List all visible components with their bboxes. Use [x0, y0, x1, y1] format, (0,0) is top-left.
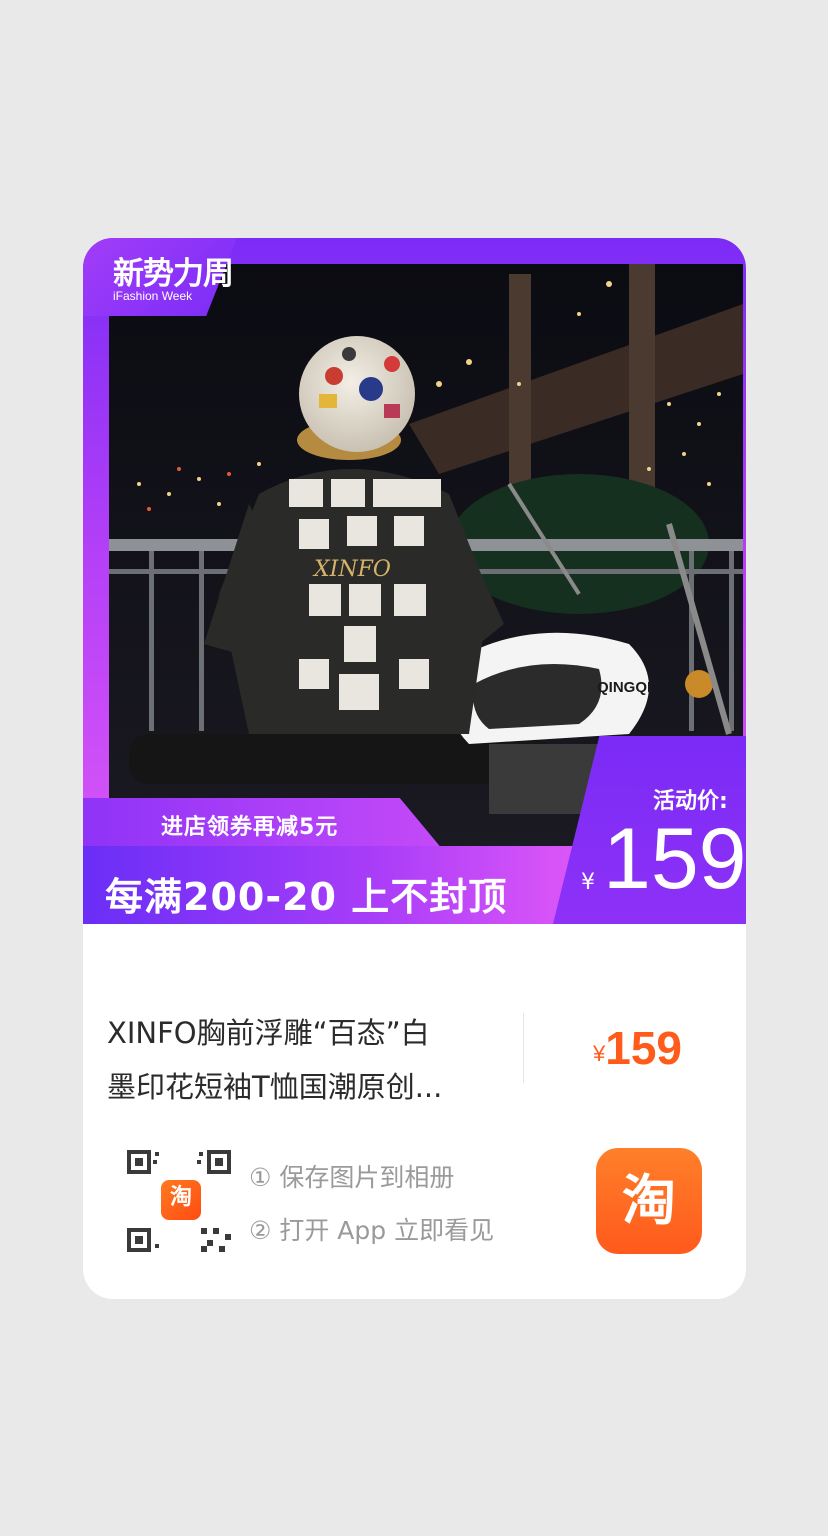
bike-brand-text: QINGQI: [597, 679, 651, 696]
product-price-value: 159: [605, 1022, 682, 1074]
price-divider: [523, 1013, 524, 1083]
brand-logo-en: iFashion Week: [113, 289, 193, 303]
taobao-app-icon: 淘: [596, 1148, 702, 1254]
product-share-card: QINGQI XINFO 新势力周 iFashion Week 进店领券再减5元…: [83, 238, 746, 1299]
coupon-text: 进店领券再减5元: [161, 815, 339, 840]
qr-taobao-logo: 淘: [161, 1180, 201, 1220]
product-price: ¥159: [593, 1021, 682, 1075]
promo-text: 每满200-20 上不封顶: [105, 875, 508, 919]
activity-price-value: 159: [603, 811, 746, 907]
promo-banner: QINGQI XINFO 新势力周 iFashion Week 进店领券再减5元…: [83, 238, 746, 924]
product-title-line-2: 墨印花短袖T恤国潮原创...: [107, 1070, 443, 1104]
product-price-currency: ¥: [593, 1041, 606, 1066]
brand-logo-cn: 新势力周: [113, 256, 234, 292]
instruction-step-1: ① 保存图片到相册: [249, 1163, 455, 1192]
instruction-step-2: ② 打开 App 立即看见: [249, 1216, 495, 1245]
product-title-line-1: XINFO胸前浮雕“百态”白: [107, 1016, 430, 1050]
shirt-print-text: XINFO: [312, 557, 391, 582]
product-title: XINFO胸前浮雕“百态”白 墨印花短袖T恤国潮原创...: [107, 1006, 497, 1114]
activity-price-currency: ¥: [581, 870, 595, 895]
